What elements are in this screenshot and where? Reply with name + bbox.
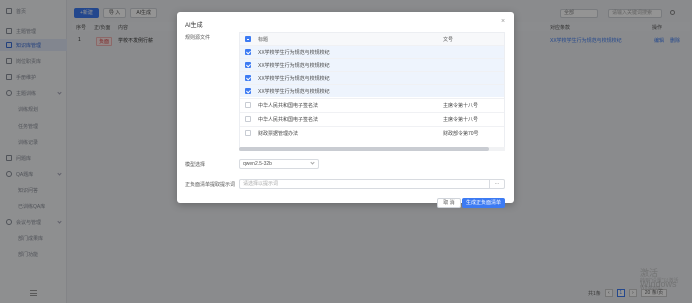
- ai-generate-dialog: AI生成 × 规则源文件 标题 文号 XX学校学生行为规范与校规校纪 XX学校学…: [177, 12, 514, 208]
- row-checkbox[interactable]: [245, 88, 251, 94]
- document-number: 财政部令第70号: [443, 131, 479, 137]
- close-icon[interactable]: ×: [501, 18, 505, 25]
- row-checkbox[interactable]: [245, 130, 251, 136]
- rules-label: 规则源文件: [185, 35, 211, 41]
- document-row[interactable]: XX学校学生行为规范与校规校纪: [240, 84, 504, 97]
- row-checkbox[interactable]: [245, 75, 251, 81]
- model-label: 模型选择: [185, 162, 206, 168]
- document-row[interactable]: XX学校学生行为规范与校规校纪: [240, 71, 504, 84]
- scrollbar-thumb[interactable]: [239, 147, 489, 151]
- prompt-input[interactable]: 请选择以提示词: [239, 179, 490, 189]
- document-row[interactable]: 财政票据管理办法 财政部令第70号: [240, 126, 504, 139]
- row-checkbox[interactable]: [245, 116, 251, 122]
- document-title: XX学校学生行为规范与校规校纪: [258, 76, 330, 82]
- document-title: XX学校学生行为规范与校规校纪: [258, 50, 330, 56]
- document-row[interactable]: XX学校学生行为规范与校规校纪: [240, 45, 504, 58]
- select-all-checkbox[interactable]: [245, 36, 251, 42]
- document-table-header: 标题 文号: [240, 33, 504, 45]
- document-number: 主席令第十八号: [443, 103, 479, 109]
- document-title: XX学校学生行为规范与校规校纪: [258, 63, 330, 69]
- document-title: XX学校学生行为规范与校规校纪: [258, 89, 330, 95]
- horizontal-scrollbar[interactable]: [239, 147, 505, 151]
- document-title: 财政票据管理办法: [258, 131, 299, 137]
- document-title: 中华人民共和国电子签名法: [258, 103, 319, 109]
- dialog-title: AI生成: [185, 23, 203, 29]
- document-row[interactable]: 中华人民共和国电子签名法 主席令第十八号: [240, 98, 504, 111]
- column-header: 标题: [258, 37, 269, 43]
- document-row[interactable]: 中华人民共和国电子签名法 主席令第十八号: [240, 112, 504, 125]
- column-header: 文号: [443, 37, 454, 43]
- document-number: 主席令第十八号: [443, 117, 479, 123]
- row-checkbox[interactable]: [245, 49, 251, 55]
- more-button[interactable]: ...: [490, 179, 505, 189]
- document-table: 标题 文号 XX学校学生行为规范与校规校纪 XX学校学生行为规范与校规校纪 XX…: [239, 32, 505, 150]
- row-checkbox[interactable]: [245, 62, 251, 68]
- row-checkbox[interactable]: [245, 102, 251, 108]
- model-select[interactable]: qwen2.5-32b: [239, 159, 319, 169]
- prompt-label: 正负面清单提取提示词: [185, 182, 236, 188]
- document-row[interactable]: XX学校学生行为规范与校规校纪: [240, 58, 504, 71]
- document-title: 中华人民共和国电子签名法: [258, 117, 319, 123]
- cancel-button[interactable]: 取 消: [437, 198, 461, 208]
- generate-button[interactable]: 生成正负面清单: [462, 198, 505, 208]
